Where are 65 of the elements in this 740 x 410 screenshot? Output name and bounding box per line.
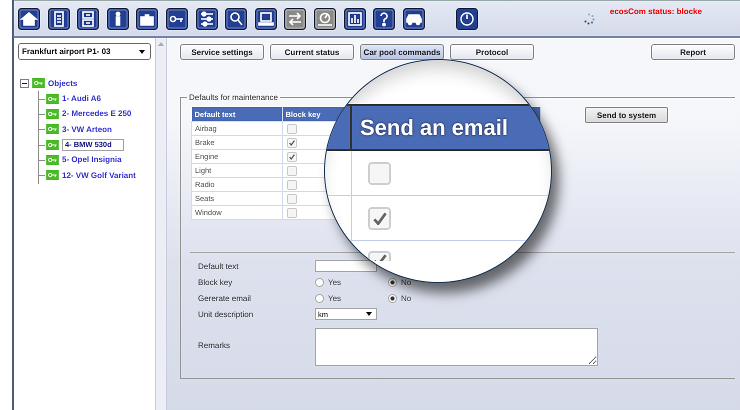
caret-icon — [366, 312, 372, 316]
checkbox[interactable] — [286, 124, 296, 134]
field-label: Unit description — [198, 310, 254, 318]
tab[interactable]: Car pool commands — [360, 44, 444, 60]
tree-item[interactable]: 2- Mercedes E 250 — [62, 109, 132, 118]
caret-icon — [139, 50, 145, 54]
car-icon[interactable] — [402, 8, 425, 30]
field-label: Default text — [198, 262, 240, 270]
report-button[interactable]: Report — [651, 44, 735, 60]
bar-chart-icon[interactable] — [344, 8, 366, 30]
help-icon[interactable] — [373, 8, 396, 30]
radio-option[interactable]: Yes — [315, 278, 342, 286]
checkmark-icon — [372, 254, 386, 261]
cabinet-icon[interactable] — [77, 8, 100, 30]
gauge-icon[interactable] — [314, 8, 336, 30]
computer-icon[interactable] — [254, 8, 277, 30]
transfer-icon[interactable] — [284, 8, 306, 30]
checkbox[interactable] — [286, 152, 296, 162]
key-icon — [46, 170, 59, 180]
scrollbar[interactable] — [155, 38, 167, 410]
checkbox[interactable] — [286, 194, 296, 204]
field-label: Gererate email — [198, 294, 252, 302]
key-icon — [46, 94, 59, 104]
panel-title: Defaults for maintenance — [188, 93, 279, 102]
tab[interactable]: Protocol — [450, 44, 534, 60]
checkbox[interactable] — [286, 138, 296, 148]
tree-item[interactable]: 12- VW Golf Variant — [62, 170, 136, 180]
checkbox[interactable] — [286, 166, 296, 176]
key-icon — [46, 124, 59, 134]
document-icon[interactable] — [48, 8, 70, 30]
key-icon[interactable] — [166, 8, 188, 30]
input-field[interactable] — [315, 260, 377, 272]
tree-item[interactable]: 3- VW Arteon — [62, 124, 112, 134]
checkbox[interactable] — [286, 180, 296, 190]
tab[interactable]: Service settings — [180, 44, 264, 60]
key-icon — [46, 140, 59, 150]
power-icon[interactable] — [456, 8, 478, 30]
tab[interactable]: Current status — [270, 44, 354, 60]
location-select[interactable]: Frankfurt airport P1- 03 — [18, 43, 151, 60]
tree-item[interactable]: 1- Audi A6 — [62, 94, 101, 104]
status-text: ecosCom status: blocke — [610, 7, 702, 16]
radio-option[interactable]: No — [388, 294, 412, 302]
tree-item[interactable]: 5- Opel Insignia — [62, 155, 122, 164]
key-icon — [46, 108, 59, 119]
sliders-icon[interactable] — [196, 8, 218, 30]
collapse-icon[interactable] — [20, 78, 29, 88]
radio-option[interactable]: No — [388, 278, 412, 286]
info-icon[interactable] — [106, 8, 129, 30]
field-label: Remarks — [198, 340, 232, 350]
tree-item[interactable]: Objects — [48, 78, 78, 88]
send-to-system-button[interactable]: Send to system — [585, 107, 668, 123]
remarks-field[interactable] — [315, 328, 598, 366]
radio-option[interactable]: Yes — [315, 294, 342, 302]
checkbox[interactable] — [368, 206, 391, 230]
checkbox[interactable] — [368, 251, 391, 261]
spinner-icon — [582, 12, 595, 24]
checkbox[interactable] — [286, 208, 296, 218]
field-label: Block key — [198, 278, 234, 286]
key-icon — [46, 154, 59, 165]
column-header: Send an email — [360, 114, 508, 140]
home-icon[interactable] — [18, 8, 40, 30]
checkbox[interactable] — [368, 162, 391, 184]
checkmark-icon — [372, 212, 386, 224]
search-icon[interactable] — [225, 8, 248, 30]
key-icon — [32, 78, 45, 88]
